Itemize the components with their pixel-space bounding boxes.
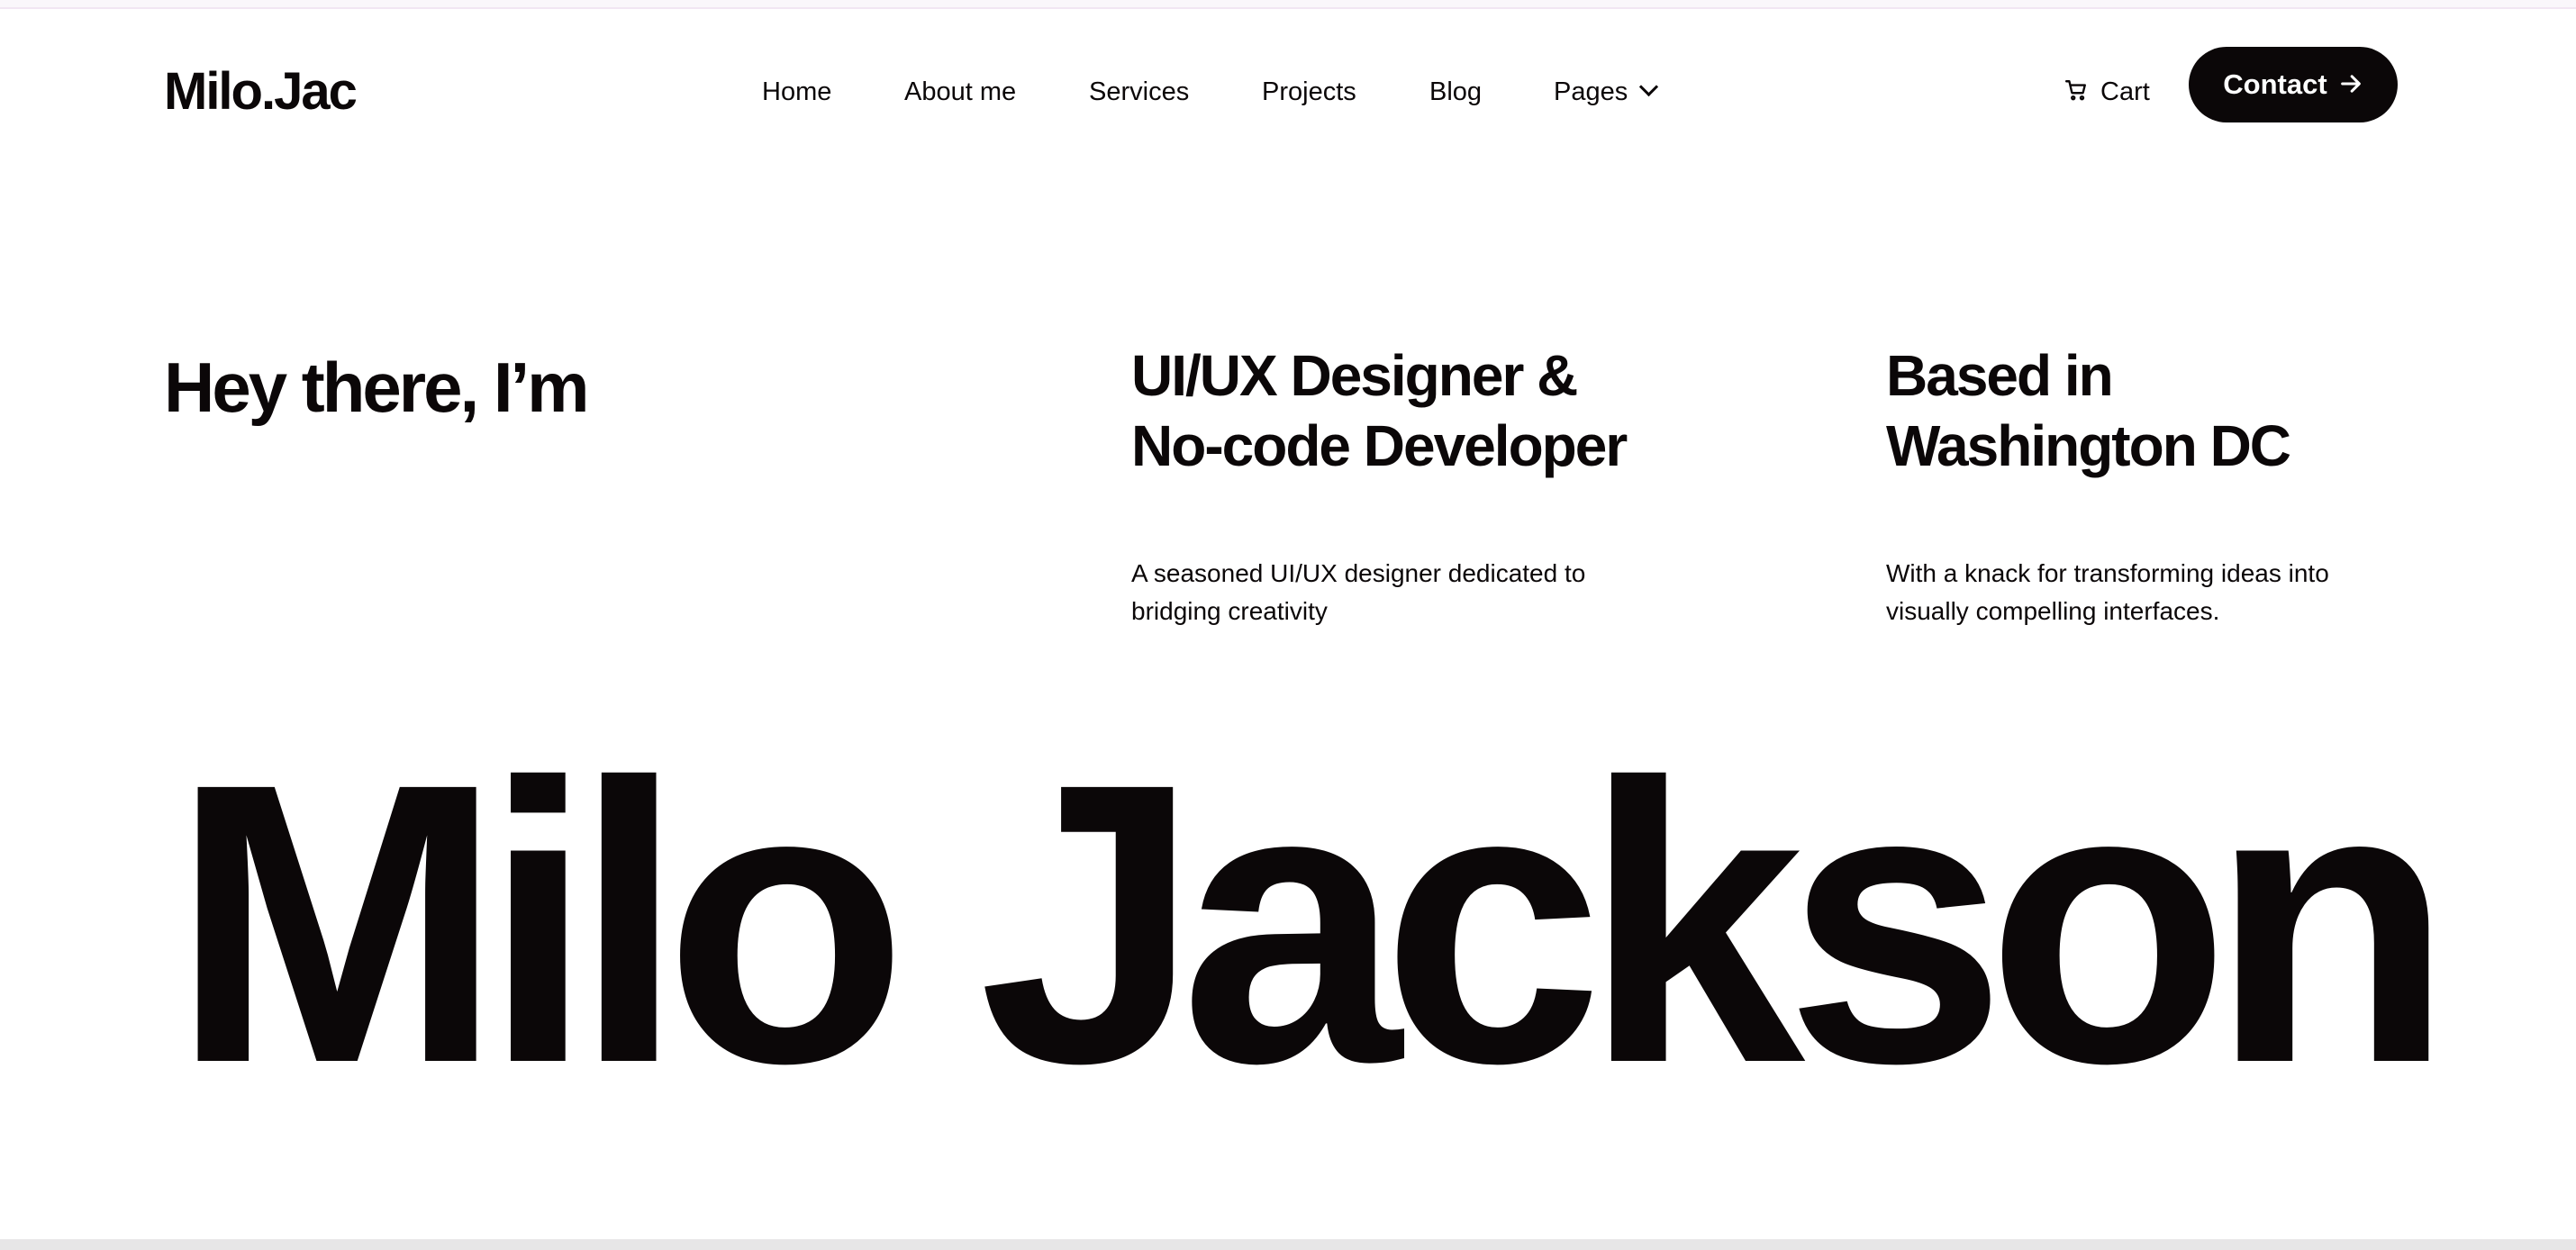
location-title-line-2: Washington DC [1886, 413, 2291, 478]
cart-link[interactable]: Cart [2064, 65, 2150, 119]
nav-item-about-me[interactable]: About me [904, 65, 1016, 119]
hero-name: Milo Jackson [171, 701, 2454, 1146]
location-title-line-1: Based in [1886, 343, 2114, 408]
role-description: A seasoned UI/UX designer dedicated to b… [1131, 559, 1586, 625]
nav-item-pages[interactable]: Pages [1554, 65, 1659, 119]
nav-item-home[interactable]: Home [762, 65, 831, 119]
navbar: Milo.Jac Home About me Services Projects… [0, 9, 2576, 162]
contact-button[interactable]: Contact [2189, 47, 2398, 122]
cart-label: Cart [2100, 77, 2150, 106]
nav-item-pages-label: Pages [1554, 77, 1628, 106]
cart-icon [2064, 80, 2086, 101]
bottom-edge [0, 1239, 2576, 1250]
role-title-line-2: No-code Developer [1131, 413, 1628, 478]
role-title-line-1: UI/UX Designer & [1131, 343, 1578, 408]
nav-item-projects[interactable]: Projects [1262, 65, 1356, 119]
top-border [0, 0, 2576, 9]
location-title: Based in Washington DC [1886, 340, 2291, 481]
nav-item-services[interactable]: Services [1089, 65, 1189, 119]
chevron-down-icon [1639, 77, 1659, 97]
contact-button-label: Contact [2223, 68, 2327, 100]
location-description: With a knack for transforming ideas into… [1886, 559, 2329, 625]
nav-item-blog[interactable]: Blog [1429, 65, 1482, 119]
role-title: UI/UX Designer & No-code Developer [1131, 340, 1628, 481]
hero-intro: Hey there, I’m [164, 348, 590, 427]
arrow-right-icon [2340, 75, 2361, 93]
logo[interactable]: Milo.Jac [164, 56, 358, 128]
